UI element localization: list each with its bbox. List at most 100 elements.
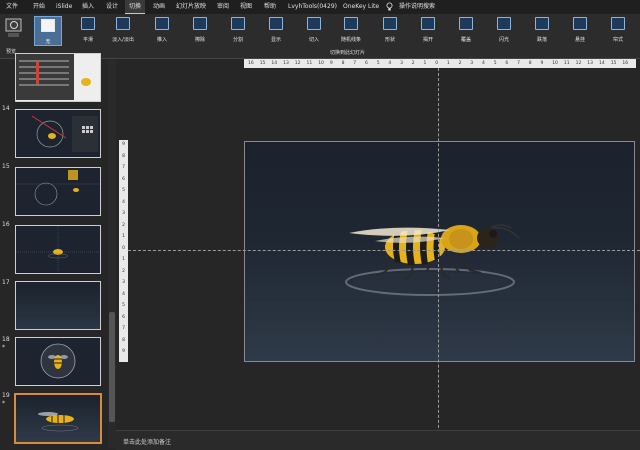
- scrollbar-thumb[interactable]: [109, 312, 115, 422]
- transition-label: 淡入/淡出: [112, 37, 134, 43]
- ruler-tick-label: 2: [458, 61, 462, 66]
- menu-help[interactable]: 帮助: [264, 0, 276, 14]
- thumbnail-preview: [16, 226, 100, 272]
- transition-none-button[interactable]: 无: [34, 16, 62, 46]
- transition-label: 揭开: [422, 37, 433, 43]
- push-icon: [155, 17, 169, 30]
- transition-wipe-button[interactable]: 擦除: [185, 16, 215, 46]
- ruler-tick-label: 6: [122, 314, 125, 320]
- cover-icon: [459, 17, 473, 30]
- transition-label: 擦除: [194, 37, 205, 43]
- transition-label: 平滑: [82, 37, 93, 43]
- cut-icon: [307, 17, 321, 30]
- transition-label: 切入: [308, 37, 319, 43]
- menu-insert[interactable]: 插入: [82, 0, 94, 14]
- transition-cut-button[interactable]: 切入: [299, 16, 329, 46]
- notes-placeholder[interactable]: 单击此处添加备注: [123, 437, 171, 446]
- slide-thumbnail-selected[interactable]: [14, 393, 102, 444]
- transition-uncover-button[interactable]: 揭开: [413, 16, 443, 46]
- ruler-tick-label: 1: [122, 234, 125, 239]
- slide-star-marker: *: [2, 344, 5, 351]
- ruler-tick-label: 5: [376, 61, 380, 66]
- ruler-tick-label: 14: [271, 61, 278, 66]
- bee-image[interactable]: [245, 142, 634, 361]
- ruler-tick-label: 5: [493, 61, 497, 66]
- menu-review[interactable]: 审阅: [217, 0, 229, 14]
- ruler-tick-label: 7: [517, 61, 520, 66]
- transition-flash-button[interactable]: 闪光: [489, 16, 519, 46]
- transition-label: 悬挂: [574, 37, 585, 43]
- horizontal-guide[interactable]: [128, 250, 640, 251]
- thumbnail-preview: [38, 412, 79, 432]
- transition-shape-button[interactable]: 形状: [375, 16, 405, 46]
- transition-random-bars-button[interactable]: 随机线条: [336, 16, 366, 46]
- preview-button[interactable]: [4, 16, 24, 40]
- transition-drape-button[interactable]: 悬挂: [565, 16, 595, 46]
- menu-home[interactable]: 开始: [33, 0, 45, 14]
- menu-transitions[interactable]: 切换: [125, 0, 146, 14]
- ruler-tick-label: 2: [411, 61, 415, 66]
- transition-reveal-button[interactable]: 显示: [261, 16, 291, 46]
- menu-animations[interactable]: 动画: [153, 0, 165, 14]
- ruler-tick-label: 1: [122, 257, 125, 262]
- notes-pane[interactable]: [116, 430, 640, 450]
- ruler-tick-label: 15: [610, 61, 617, 66]
- wipe-icon: [193, 17, 207, 30]
- ruler-tick-label: 5: [122, 303, 125, 308]
- lightbulb-icon: [386, 0, 394, 14]
- ruler-tick-label: 14: [599, 61, 605, 66]
- transition-fade-button[interactable]: 淡入/淡出: [108, 16, 138, 46]
- ruler-tick-label: 4: [482, 61, 485, 66]
- transition-label: 随机线条: [340, 37, 361, 43]
- transition-label: 形状: [384, 37, 395, 43]
- menu-file[interactable]: 文件: [6, 0, 18, 14]
- menu-islide[interactable]: iSlide: [56, 0, 72, 14]
- menu-lvyhtools[interactable]: LvyhTools(0429): [288, 0, 337, 14]
- none-transition-icon: [41, 19, 55, 32]
- ruler-tick-label: 7: [122, 165, 125, 170]
- ruler-tick-label: 11: [306, 61, 313, 66]
- transition-label: 覆盖: [460, 37, 471, 43]
- ruler-tick-label: 8: [341, 61, 345, 66]
- slide-thumbnail[interactable]: [15, 167, 101, 216]
- menu-view[interactable]: 视图: [240, 0, 252, 14]
- slide-thumbnail-panel: 14 15 16 17 18 * 19 *: [0, 53, 108, 449]
- menu-onekey[interactable]: OneKey Lite: [343, 0, 379, 14]
- slide-thumbnail[interactable]: [15, 109, 101, 158]
- transition-cover-button[interactable]: 覆盖: [451, 16, 481, 46]
- ruler-tick-label: 9: [122, 142, 125, 147]
- slide-number: 15: [2, 163, 10, 170]
- transition-label: 显示: [270, 37, 281, 43]
- transition-split-button[interactable]: 分割: [223, 16, 253, 46]
- transition-push-button[interactable]: 推入: [147, 16, 177, 46]
- ruler-tick-label: 4: [122, 291, 125, 297]
- thumbnail-preview: [16, 168, 100, 214]
- slide-thumbnail[interactable]: [15, 281, 101, 330]
- ruler-tick-label: 6: [365, 61, 368, 66]
- slide-number: 16: [2, 221, 10, 228]
- ruler-tick-label: 15: [259, 61, 266, 66]
- slide-thumbnail[interactable]: [15, 53, 101, 102]
- ruler-tick-label: 11: [563, 61, 570, 66]
- search-tell-me[interactable]: 操作说明搜索: [399, 0, 435, 14]
- ruler-tick-label: 3: [122, 211, 125, 216]
- transition-label: 分割: [232, 37, 243, 43]
- current-slide[interactable]: [244, 141, 635, 362]
- ruler-tick-label: 2: [122, 222, 125, 228]
- menu-design[interactable]: 设计: [106, 0, 118, 14]
- reveal-icon: [269, 17, 283, 30]
- ruler-tick-label: 13: [283, 61, 289, 66]
- slide-thumbnail[interactable]: [15, 337, 101, 386]
- slide-number: 17: [2, 279, 10, 286]
- transition-fall-over-button[interactable]: 跌落: [527, 16, 557, 46]
- vertical-guide[interactable]: [438, 68, 439, 448]
- transition-label: 帘式: [612, 37, 623, 43]
- slide-thumbnail[interactable]: [15, 225, 101, 274]
- drape-icon: [573, 17, 587, 30]
- transition-morph-button[interactable]: 平滑: [73, 16, 103, 46]
- transition-curtains-button[interactable]: 帘式: [603, 16, 633, 46]
- ruler-tick-label: 2: [122, 268, 125, 274]
- menu-slideshow[interactable]: 幻灯片放映: [176, 0, 206, 14]
- slide-number: 19: [2, 392, 10, 399]
- thumbnail-preview: [16, 110, 100, 156]
